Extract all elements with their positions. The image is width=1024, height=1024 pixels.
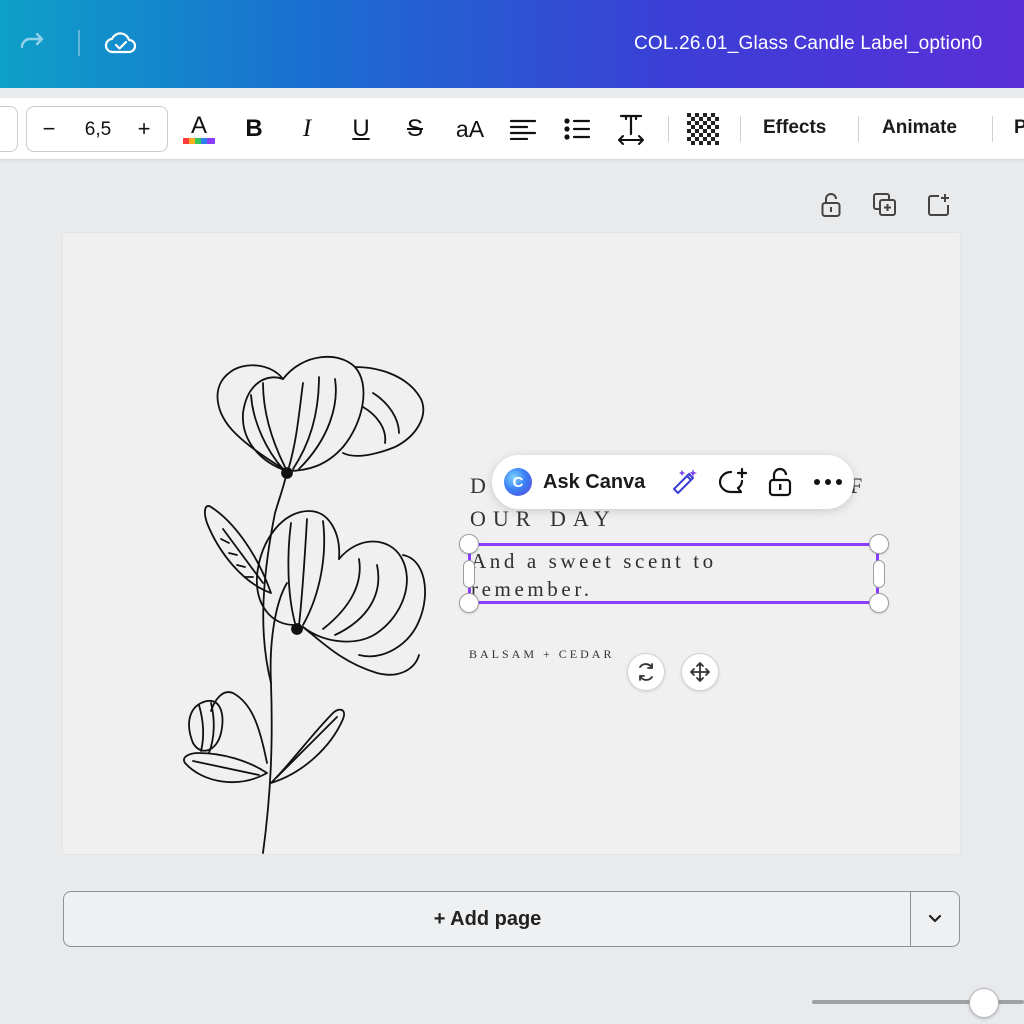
resize-handle-top-left[interactable] [459, 534, 479, 554]
font-size-input[interactable]: 6,5 [75, 119, 121, 141]
header-divider [78, 30, 80, 56]
transparency-icon[interactable] [685, 110, 721, 148]
add-page-dropdown[interactable] [910, 891, 960, 947]
add-page-button[interactable]: + Add page [63, 891, 911, 947]
lock-icon[interactable] [764, 466, 796, 498]
effects-button[interactable]: Effects [763, 117, 826, 139]
font-size-stepper[interactable]: − 6,5 + [26, 106, 168, 152]
heading-line-1-start[interactable]: D [470, 473, 493, 499]
comment-add-icon[interactable] [716, 466, 748, 498]
move-icon[interactable] [681, 653, 719, 691]
toolbar-divider [668, 116, 669, 142]
resize-handle-left[interactable] [463, 560, 475, 588]
font-family-dropdown[interactable] [0, 106, 18, 152]
cloud-saved-icon[interactable] [104, 26, 138, 60]
ask-canva-button[interactable]: Ask Canva [543, 471, 645, 494]
toolbar-divider [740, 116, 741, 142]
resize-handle-bottom-left[interactable] [459, 593, 479, 613]
chevron-down-icon [928, 914, 942, 923]
rotate-icon[interactable] [627, 653, 665, 691]
increase-font-size-button[interactable]: + [133, 116, 155, 142]
heading-line-2[interactable]: OUR DAY [470, 506, 617, 532]
position-button[interactable]: P [1014, 117, 1024, 139]
align-left-icon[interactable] [506, 110, 540, 148]
toolbar-divider [858, 116, 859, 142]
zoom-slider-thumb[interactable] [969, 988, 999, 1018]
animate-button[interactable]: Animate [882, 117, 957, 139]
add-page-icon[interactable] [924, 190, 954, 220]
letter-case-button[interactable]: aA [452, 110, 488, 148]
bold-button[interactable]: B [238, 110, 270, 148]
magic-edit-icon[interactable] [668, 466, 700, 498]
bullet-list-icon[interactable] [560, 110, 594, 148]
document-title[interactable]: COL.26.01_Glass Candle Label_option0 [634, 33, 982, 55]
selection-frame [468, 543, 879, 604]
italic-button[interactable]: I [292, 110, 322, 148]
strikethrough-button[interactable]: S [400, 110, 430, 148]
lock-page-icon[interactable] [816, 190, 846, 220]
resize-handle-top-right[interactable] [869, 534, 889, 554]
text-toolbar: − 6,5 + A B I U S aA Effects Animate P [0, 98, 1024, 160]
resize-handle-right[interactable] [873, 560, 885, 588]
duplicate-page-icon[interactable] [870, 190, 900, 220]
element-context-menu: C Ask Canva [492, 455, 854, 509]
more-icon[interactable] [812, 466, 844, 498]
toolbar-divider [992, 116, 993, 142]
canva-ai-icon[interactable]: C [504, 468, 532, 496]
text-color-glyph: A [190, 112, 207, 139]
underline-button[interactable]: U [346, 110, 376, 148]
scent-label[interactable]: BALSAM + CEDAR [469, 647, 614, 662]
text-color-button[interactable]: A [180, 110, 218, 148]
spacing-icon[interactable] [614, 110, 648, 148]
resize-handle-bottom-right[interactable] [869, 593, 889, 613]
poppy-illustration[interactable] [163, 343, 433, 863]
top-header: COL.26.01_Glass Candle Label_option0 [0, 0, 1024, 88]
decrease-font-size-button[interactable]: − [39, 116, 59, 142]
color-spectrum-icon [183, 138, 215, 144]
redo-icon[interactable] [16, 26, 50, 60]
